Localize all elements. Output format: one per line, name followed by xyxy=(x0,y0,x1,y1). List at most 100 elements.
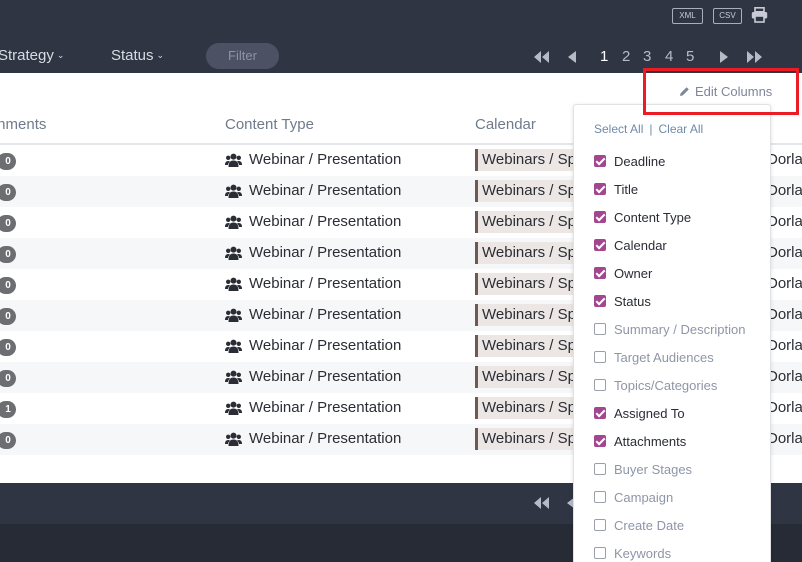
content-type-text: Webinar / Presentation xyxy=(249,337,402,354)
status-filter-label: Status xyxy=(111,47,154,64)
column-checkbox[interactable] xyxy=(594,267,606,279)
column-checkbox[interactable] xyxy=(594,407,606,419)
users-icon xyxy=(225,246,242,260)
content-type-text: Webinar / Presentation xyxy=(249,368,402,385)
column-option-label: Keywords xyxy=(614,545,672,561)
last-page-icon[interactable] xyxy=(747,51,762,63)
users-icon xyxy=(225,370,242,384)
users-icon xyxy=(225,215,242,229)
column-option[interactable]: Summary / Description xyxy=(594,320,745,338)
column-option-label: Content Type xyxy=(614,209,692,225)
attachments-count-badge: 0 xyxy=(0,215,16,232)
column-option[interactable]: Deadline xyxy=(594,152,665,170)
column-checkbox[interactable] xyxy=(594,351,606,363)
column-option-label: Target Audiences xyxy=(614,349,714,365)
column-option-label: Campaign xyxy=(614,489,674,505)
column-option[interactable]: Target Audiences xyxy=(594,348,714,366)
column-checkbox[interactable] xyxy=(594,463,606,475)
owner-text: Dorla xyxy=(767,182,802,199)
users-icon xyxy=(225,277,242,291)
page-4[interactable]: 4 xyxy=(665,47,673,67)
attachments-count-badge: 0 xyxy=(0,153,16,170)
column-option-label: Create Date xyxy=(614,517,685,533)
export-xml-button[interactable]: XML xyxy=(672,8,703,24)
users-icon xyxy=(225,401,242,415)
column-checkbox[interactable] xyxy=(594,547,606,559)
print-icon[interactable] xyxy=(751,7,768,23)
first-page-icon[interactable] xyxy=(534,51,549,63)
owner-text: Dorla xyxy=(767,368,802,385)
first-page-icon[interactable] xyxy=(534,497,549,509)
column-option[interactable]: Content Type xyxy=(594,208,691,226)
attachments-count-badge: 0 xyxy=(0,308,16,325)
column-option[interactable]: Status xyxy=(594,292,651,310)
users-icon xyxy=(225,184,242,198)
column-checkbox[interactable] xyxy=(594,239,606,251)
column-option-label: Attachments xyxy=(614,433,687,449)
calendar-tag: Webinars / Sponsorships xyxy=(475,304,585,326)
calendar-tag: Webinars / Sponsorships xyxy=(475,273,585,295)
column-checkbox[interactable] xyxy=(594,155,606,167)
next-page-icon[interactable] xyxy=(720,51,728,63)
column-option-label: Status xyxy=(614,293,651,309)
column-option[interactable]: Create Date xyxy=(594,516,684,534)
column-checkbox[interactable] xyxy=(594,183,606,195)
column-option[interactable]: Topics/Categories xyxy=(594,376,717,394)
content-type-text: Webinar / Presentation xyxy=(249,306,402,323)
column-checkbox[interactable] xyxy=(594,295,606,307)
strategy-filter[interactable]: Strategy ⌄ xyxy=(0,47,64,64)
select-all-link[interactable]: Select All xyxy=(594,122,643,136)
column-checkbox[interactable] xyxy=(594,519,606,531)
column-option-label: Buyer Stages xyxy=(614,461,693,477)
column-header-attachments[interactable]: Attachments xyxy=(0,116,46,133)
column-option[interactable]: Campaign xyxy=(594,488,673,506)
column-checkbox[interactable] xyxy=(594,491,606,503)
column-option[interactable]: Attachments xyxy=(594,432,686,450)
top-toolbar: XML CSV Strategy ⌄ Status ⌄ Filter 1 2 3 4… xyxy=(0,0,802,73)
column-option[interactable]: Buyer Stages xyxy=(594,460,692,478)
page-1[interactable]: 1 xyxy=(600,47,608,67)
attachments-count-badge: 0 xyxy=(0,277,16,294)
page-3[interactable]: 3 xyxy=(643,47,651,67)
highlight-annotation xyxy=(643,68,799,115)
status-filter[interactable]: Status ⌄ xyxy=(111,47,164,64)
column-option[interactable]: Calendar xyxy=(594,236,667,254)
column-option[interactable]: Owner xyxy=(594,264,652,282)
page-2[interactable]: 2 xyxy=(622,47,630,67)
users-icon xyxy=(225,308,242,322)
column-option[interactable]: Assigned To xyxy=(594,404,685,422)
column-checkbox[interactable] xyxy=(594,211,606,223)
column-option[interactable]: Keywords xyxy=(594,544,671,562)
filter-input[interactable]: Filter xyxy=(206,43,279,69)
users-icon xyxy=(225,339,242,353)
column-option-label: Owner xyxy=(614,265,653,281)
owner-text: Dorla xyxy=(767,151,802,168)
column-option-label: Calendar xyxy=(614,237,667,253)
calendar-tag: Webinars / Sponsorships xyxy=(475,211,585,233)
attachments-count-badge: 0 xyxy=(0,184,16,201)
column-header-calendar[interactable]: Calendar xyxy=(475,116,536,133)
calendar-tag: Webinars / Sponsorships xyxy=(475,428,585,450)
column-checkbox[interactable] xyxy=(594,379,606,391)
owner-text: Dorla xyxy=(767,213,802,230)
column-checkbox[interactable] xyxy=(594,323,606,335)
prev-page-icon[interactable] xyxy=(568,51,576,63)
column-header-content-type[interactable]: Content Type xyxy=(225,116,314,133)
calendar-tag: Webinars / Sponsorships xyxy=(475,335,585,357)
column-option-label: Title xyxy=(614,181,639,197)
strategy-filter-label: Strategy xyxy=(0,47,54,64)
attachments-count-badge: 0 xyxy=(0,339,16,356)
column-option[interactable]: Title xyxy=(594,180,638,198)
calendar-tag: Webinars / Sponsorships xyxy=(475,397,585,419)
content-type-text: Webinar / Presentation xyxy=(249,275,402,292)
page-5[interactable]: 5 xyxy=(686,47,694,67)
chevron-down-icon: ⌄ xyxy=(156,50,165,60)
edit-columns-dropdown: Select All | Clear All Deadline Title Conten… xyxy=(573,104,771,562)
content-type-text: Webinar / Presentation xyxy=(249,213,402,230)
content-type-text: Webinar / Presentation xyxy=(249,244,402,261)
column-checkbox[interactable] xyxy=(594,435,606,447)
export-csv-button[interactable]: CSV xyxy=(713,8,742,24)
owner-text: Dorla xyxy=(767,244,802,261)
owner-text: Dorla xyxy=(767,430,802,447)
clear-all-link[interactable]: Clear All xyxy=(658,122,703,136)
